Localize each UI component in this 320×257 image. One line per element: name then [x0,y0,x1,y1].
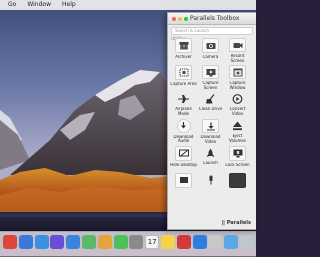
tool-partial-20[interactable] [251,144,256,171]
preview-dock-icon[interactable] [208,235,223,249]
tool-archiver[interactable]: Archiver [170,36,197,63]
tool-convert-video[interactable]: Convert Video [224,90,251,117]
tool-partial-12[interactable] [251,90,256,117]
menu-go[interactable]: Go [8,0,16,10]
safari-dock-icon[interactable] [34,235,49,249]
tool-partial-4[interactable] [251,36,256,63]
download-audio-icon [176,119,191,133]
tools-grid: Archiver Camera Record Screen Capture Ar… [170,36,256,198]
lock-icon [229,146,246,161]
tool-download-video[interactable]: Download Video [197,117,224,144]
siri-dock-icon[interactable] [50,235,65,249]
tool-lock-screen[interactable]: Lock Screen [224,144,251,171]
menu-bar: Go Window Help [0,0,256,10]
trash-dock-icon[interactable] [240,235,254,249]
hide-desktop-icon [175,146,192,161]
archive-icon [175,38,192,53]
tool-clean-drive[interactable]: Clean Drive [197,90,224,117]
tool-21[interactable] [170,171,197,198]
menu-window[interactable]: Window [27,0,51,10]
broom-icon [203,92,218,105]
tool-22[interactable] [197,171,224,198]
dock: 17 [0,231,256,257]
tool-partial-16[interactable] [251,117,256,144]
parallels-logo: || Parallels [221,220,251,226]
capture-screen-icon [202,65,219,80]
finder-dock-icon[interactable] [18,235,33,249]
screen-icon [175,173,192,188]
tool-eject-volumes[interactable]: Eject Volumes [224,117,251,144]
tool-download-audio[interactable]: Download Audio [170,117,197,144]
parallels-dock-icon[interactable] [176,235,191,249]
download-video-icon [202,119,219,134]
eject-icon [230,119,245,132]
dark-tool-icon [229,173,246,188]
menu-help[interactable]: Help [62,0,76,10]
calendar-dock-icon[interactable]: 17 [145,235,160,249]
photos-dock-icon[interactable] [97,235,112,249]
tool-capture-screen[interactable]: Capture Screen [197,63,224,90]
parallels-toolbox-window: Parallels Toolbox Search & Launch Utilit… [167,12,256,230]
toolbox-title: Parallels Toolbox [190,15,240,22]
microphone-icon [203,173,218,186]
minimize-window-button[interactable] [178,16,182,21]
tool-partial-8[interactable] [251,63,256,90]
mail-dock-icon[interactable] [66,235,81,249]
tool-record-screen[interactable]: Record Screen [224,36,251,63]
tool-airplane-mode[interactable]: Airplane Mode [170,90,197,117]
capture-area-icon [175,65,192,80]
toolbox-titlebar: Parallels Toolbox [168,13,256,25]
launch-icon [203,146,218,159]
tool-capture-area[interactable]: Capture Area [170,63,197,90]
tool-23[interactable] [224,171,251,198]
tool-partial-24[interactable] [251,171,256,198]
calendar-date: 17 [147,238,157,246]
app-store-dock-icon[interactable] [192,235,207,249]
capture-window-icon [229,65,246,80]
messages-dock-icon[interactable] [113,235,128,249]
close-window-button[interactable] [172,16,176,21]
toolbox-search-input[interactable]: Search & Launch [171,27,253,35]
video-record-icon [229,38,246,53]
notes-dock-icon[interactable] [161,235,175,249]
system-preferences-dock-icon[interactable] [129,235,144,249]
launchpad-dock-icon[interactable] [3,235,17,249]
tool-launch[interactable]: Launch [197,144,224,171]
maps-dock-icon[interactable] [82,235,96,249]
tool-capture-window[interactable]: Capture Window [224,63,251,90]
convert-video-icon [230,92,245,105]
folder-dock-icon[interactable] [224,235,239,249]
camera-icon [202,38,219,53]
zoom-window-button[interactable] [184,16,188,21]
airplane-icon [176,92,191,105]
tool-camera[interactable]: Camera [197,36,224,63]
tool-hide-desktop[interactable]: Hide Desktop [170,144,197,171]
